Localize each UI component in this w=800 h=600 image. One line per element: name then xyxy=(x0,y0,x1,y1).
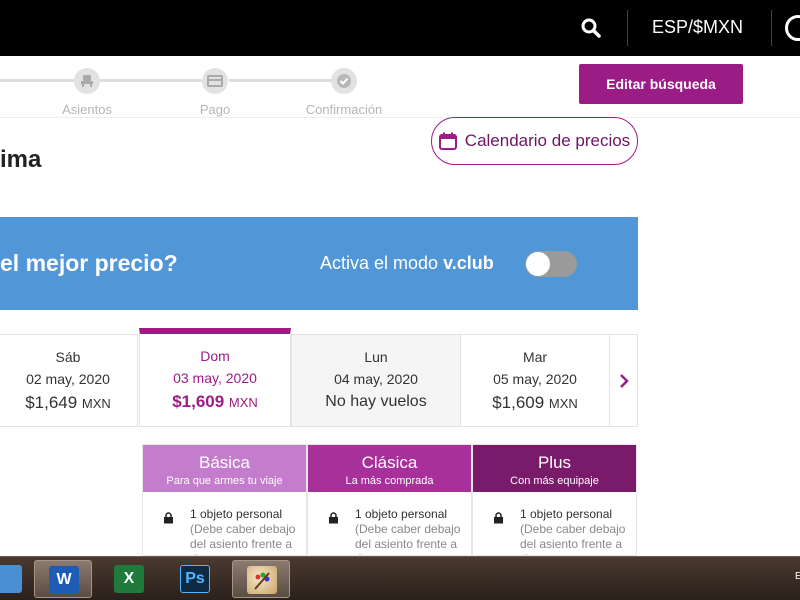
bag-icon xyxy=(164,512,173,524)
chevron-right-icon xyxy=(619,373,629,388)
price-amount: $1,609 xyxy=(492,393,545,412)
feature-title: 1 objeto personal xyxy=(190,507,283,521)
os-taskbar: W X Ps E xyxy=(0,556,800,600)
excel-icon: X xyxy=(114,565,144,593)
feature-title: 1 objeto personal xyxy=(520,507,613,521)
feature-title: 1 objeto personal xyxy=(355,507,448,521)
step-seats: Asientos xyxy=(27,68,147,117)
clock-partial: E xyxy=(795,571,800,582)
fare-feature: 1 objeto personal (Debe caber debajo del… xyxy=(163,507,303,555)
day-date: 05 may, 2020 xyxy=(493,371,577,387)
price-calendar-button[interactable]: Calendario de precios xyxy=(431,117,638,165)
navbar-divider xyxy=(771,10,772,46)
price-calendar-label: Calendario de precios xyxy=(464,131,631,150)
banner-question: el mejor precio? xyxy=(0,250,178,276)
seat-icon xyxy=(74,68,100,94)
step-payment: Pago xyxy=(155,68,275,117)
fare-subtitle: Para que armes tu viaje xyxy=(166,475,283,487)
fare-header: Clásica La más comprada xyxy=(308,445,471,492)
fare-name: Básica xyxy=(198,453,251,472)
fare-header: Plus Con más equipaje xyxy=(473,445,636,492)
price-amount: $1,609 xyxy=(172,392,225,411)
day-date: 04 may, 2020 xyxy=(334,371,418,387)
bag-icon xyxy=(494,512,503,524)
day-name: Sáb xyxy=(55,349,81,365)
day-name: Lun xyxy=(364,349,388,365)
vclub-label: Activa el modo v.club xyxy=(320,253,494,274)
edit-search-button[interactable]: Editar búsqueda xyxy=(579,64,743,104)
fare-subtitle: Con más equipaje xyxy=(510,475,599,487)
toggle-knob xyxy=(526,252,550,276)
card-icon xyxy=(202,68,228,94)
date-option-selected[interactable]: Dom 03 may, 2020 $1,609 MXN xyxy=(139,328,291,427)
fare-plus[interactable]: Plus Con más equipaje 1 objeto personal … xyxy=(472,444,637,556)
currency-selector[interactable]: ESP/$MXN xyxy=(652,17,743,38)
no-flights-label: No hay vuelos xyxy=(325,393,427,410)
date-option[interactable]: Mar 05 may, 2020 $1,609 MXN xyxy=(460,334,610,427)
step-confirmation: Confirmación xyxy=(284,68,404,117)
page-title: ima xyxy=(0,146,42,173)
date-option[interactable]: Lun 04 may, 2020 No hay vuelos xyxy=(291,334,461,427)
word-icon: W xyxy=(49,566,79,594)
taskbar-app-paint[interactable] xyxy=(232,560,290,598)
taskbar-app-excel[interactable]: X xyxy=(100,560,158,598)
taskbar-app-word[interactable]: W xyxy=(34,560,92,598)
price-currency: MXN xyxy=(228,395,258,410)
fare-basic[interactable]: Básica Para que armes tu viaje 1 objeto … xyxy=(142,444,307,556)
vclub-toggle[interactable] xyxy=(525,251,577,277)
day-name: Mar xyxy=(522,349,548,365)
vclub-prefix: Activa el modo xyxy=(320,253,444,273)
search-icon[interactable] xyxy=(580,17,602,39)
day-date: 03 may, 2020 xyxy=(173,370,257,386)
day-price: $1,649 MXN xyxy=(0,393,137,413)
windows-explorer-icon xyxy=(0,565,22,593)
step-label: Pago xyxy=(199,102,231,117)
fare-feature: 1 objeto personal (Debe caber debajo del… xyxy=(493,507,633,555)
day-price: $1,609 MXN xyxy=(461,393,609,413)
day-date: 02 may, 2020 xyxy=(26,371,110,387)
fare-name: Plus xyxy=(537,453,572,472)
fare-subtitle: La más comprada xyxy=(345,475,434,487)
date-selector: Sáb 02 may, 2020 $1,649 MXN Dom 03 may, … xyxy=(0,328,638,427)
calendar-icon xyxy=(438,132,457,150)
fare-name: Clásica xyxy=(361,453,418,472)
navbar-divider xyxy=(627,10,628,46)
step-label: Asientos xyxy=(62,102,112,117)
price-currency: MXN xyxy=(548,396,578,411)
price-amount: $1,649 xyxy=(25,393,78,412)
photoshop-icon: Ps xyxy=(180,565,210,593)
feature-note: (Debe caber debajo del asiento frente a … xyxy=(355,522,461,555)
day-name: Dom xyxy=(200,348,230,364)
date-option[interactable]: Sáb 02 may, 2020 $1,649 MXN xyxy=(0,334,138,427)
taskbar-app-explorer[interactable] xyxy=(0,560,36,598)
step-label: Confirmación xyxy=(305,102,383,117)
fare-feature: 1 objeto personal (Debe caber debajo del… xyxy=(328,507,468,555)
day-price: $1,609 MXN xyxy=(140,392,290,412)
bag-icon xyxy=(329,512,338,524)
feature-note: (Debe caber debajo del asiento frente a … xyxy=(520,522,626,555)
check-icon xyxy=(331,68,357,94)
fare-header: Básica Para que armes tu viaje xyxy=(143,445,306,492)
taskbar-app-photoshop[interactable]: Ps xyxy=(166,560,224,598)
vclub-name: v.club xyxy=(443,253,494,273)
next-dates-button[interactable] xyxy=(609,334,638,427)
paint-icon xyxy=(247,566,277,594)
feature-note: (Debe caber debajo del asiento frente a … xyxy=(190,522,296,555)
top-navbar: ESP/$MXN xyxy=(0,0,800,56)
price-currency: MXN xyxy=(81,396,111,411)
user-icon[interactable] xyxy=(785,15,800,41)
fare-classic[interactable]: Clásica La más comprada 1 objeto persona… xyxy=(307,444,472,556)
